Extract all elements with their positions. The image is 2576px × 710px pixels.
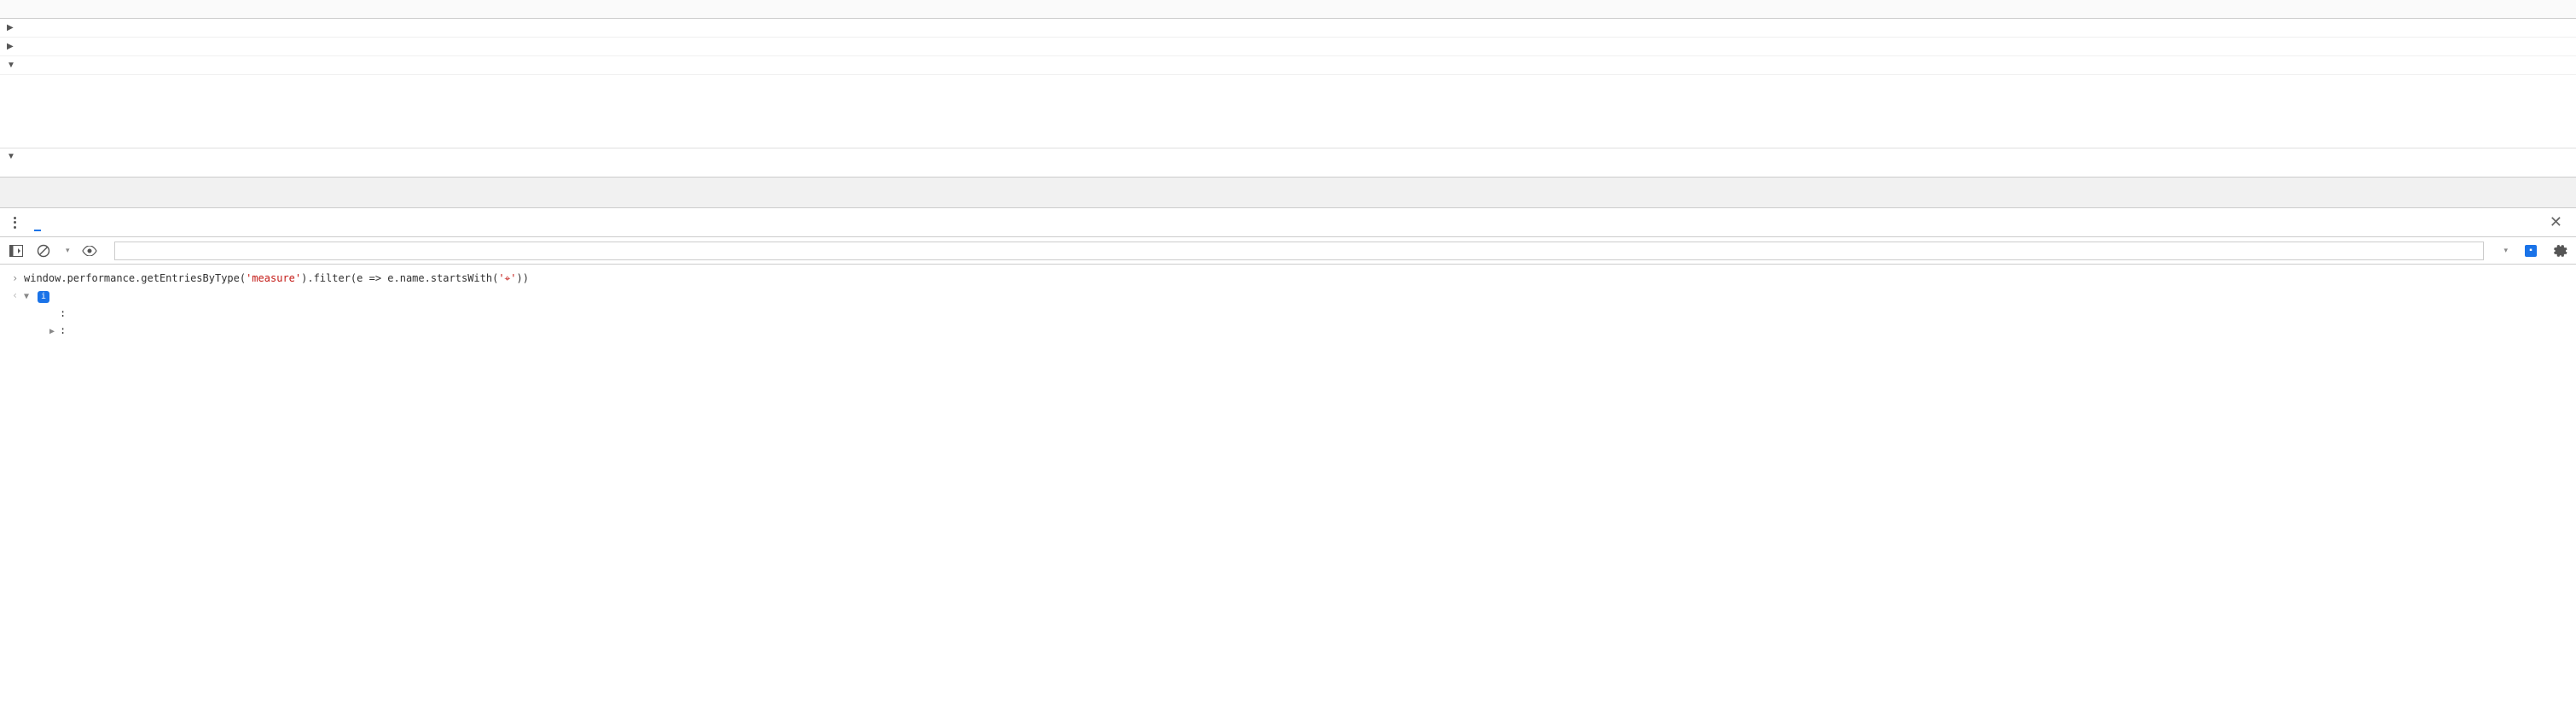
frames-header[interactable]: ▶ bbox=[0, 19, 188, 37]
interactions-header[interactable]: ▶ bbox=[0, 38, 188, 55]
console-input-line: ›window.performance.getEntriesByType('me… bbox=[12, 270, 2564, 287]
timings-header[interactable]: ▼ bbox=[0, 56, 188, 74]
issues-button[interactable]: ▪ bbox=[2520, 245, 2542, 257]
timings-track[interactable]: ▼ bbox=[0, 56, 2576, 75]
disclosure-icon: ▶ bbox=[7, 42, 15, 51]
disclosure-icon: ▼ bbox=[7, 61, 15, 70]
timeline-ruler[interactable] bbox=[0, 0, 2576, 19]
console-body[interactable]: ›window.performance.getEntriesByType('me… bbox=[0, 265, 2576, 357]
frames-track[interactable]: ▶ bbox=[0, 19, 2576, 38]
issue-icon: ▪ bbox=[2525, 245, 2537, 257]
filter-wrap bbox=[114, 242, 2485, 260]
main-thread-track[interactable]: ▼ bbox=[0, 148, 2576, 178]
console-tabbar: ✕ bbox=[0, 208, 2576, 237]
console-output-header[interactable]: ‹▼i bbox=[12, 287, 2564, 304]
filter-input[interactable] bbox=[114, 242, 2485, 260]
disclosure-icon: ▼ bbox=[7, 152, 15, 161]
context-select[interactable] bbox=[63, 246, 70, 255]
log-levels-select[interactable] bbox=[2501, 246, 2508, 255]
gear-icon[interactable] bbox=[2554, 244, 2567, 258]
sidebar-toggle-icon[interactable] bbox=[9, 243, 24, 259]
eye-icon[interactable] bbox=[82, 243, 97, 259]
console-toolbar: ▪ bbox=[0, 237, 2576, 265]
kebab-menu-icon[interactable] bbox=[9, 217, 20, 229]
console-tab[interactable] bbox=[34, 214, 41, 231]
status-bar bbox=[0, 178, 2576, 208]
close-icon[interactable]: ✕ bbox=[2544, 213, 2567, 231]
length-line: : bbox=[12, 305, 2564, 322]
main-header[interactable]: ▼ bbox=[0, 148, 19, 164]
clear-console-icon[interactable] bbox=[36, 243, 51, 259]
info-icon[interactable]: i bbox=[38, 291, 49, 303]
interactions-track[interactable]: ▶ bbox=[0, 38, 2576, 56]
timings-area[interactable] bbox=[0, 75, 2576, 148]
disclosure-icon: ▶ bbox=[7, 23, 15, 32]
prototype-line[interactable]: ▶: bbox=[12, 322, 2564, 339]
